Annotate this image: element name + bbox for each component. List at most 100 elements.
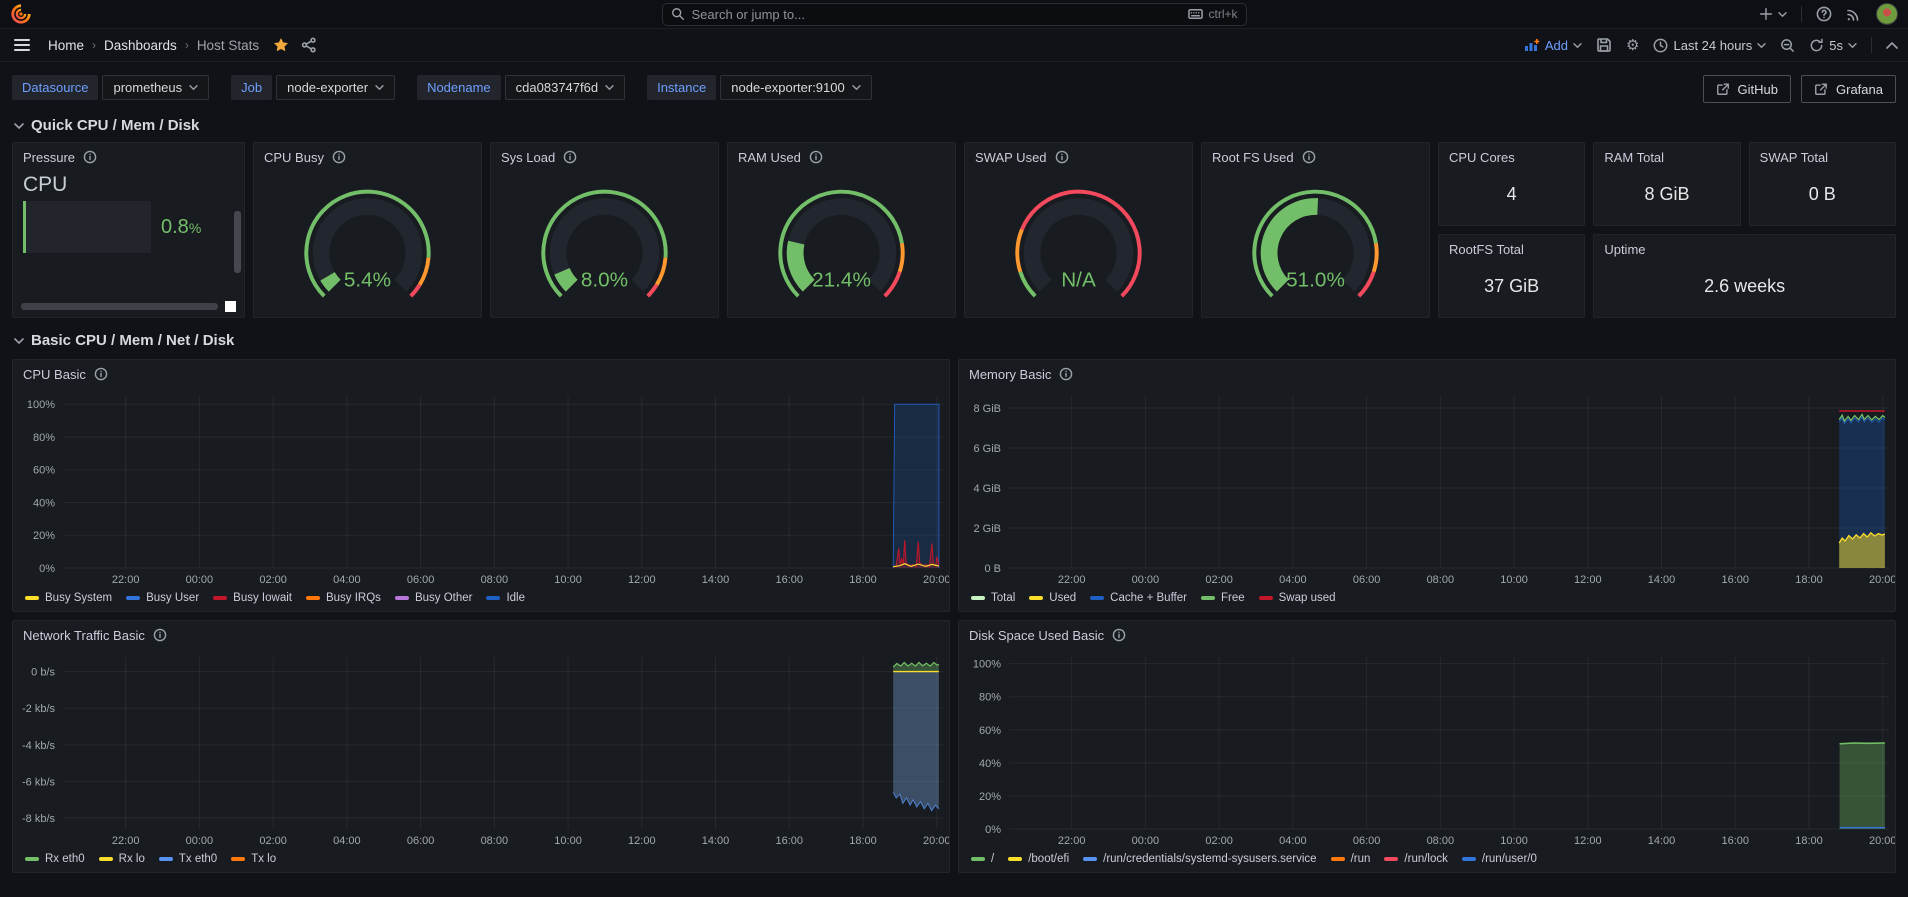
panel-title[interactable]: RootFS Total	[1449, 242, 1524, 257]
info-icon[interactable]	[83, 150, 97, 164]
legend-swatch	[158, 857, 173, 861]
y-axis-label: 80%	[33, 432, 55, 444]
panel-title[interactable]: CPU Busy	[264, 150, 324, 165]
legend-label[interactable]: Busy System	[45, 592, 112, 604]
panel-title[interactable]: Uptime	[1604, 242, 1645, 257]
legend-label[interactable]: /run	[1351, 853, 1371, 865]
legend-label[interactable]: /run/lock	[1404, 853, 1447, 865]
search-box[interactable]: ctrl+k	[661, 2, 1247, 26]
gauge-panel-root-fs-used: Root FS Used 51.0%	[1201, 142, 1430, 318]
time-series-plot[interactable]: 22:00 00:00 02:00 04:00 06:00 08:00 10:00 12:00…	[959, 388, 1895, 590]
info-icon[interactable]	[1302, 150, 1316, 164]
panel-title[interactable]: Disk Space Used Basic	[969, 628, 1104, 643]
legend-label[interactable]: Tx eth0	[179, 853, 217, 865]
x-axis-label: 16:00	[1722, 835, 1750, 847]
legend-label[interactable]: Free	[1221, 592, 1245, 604]
panel-title[interactable]: RAM Total	[1604, 150, 1664, 165]
save-dashboard-icon[interactable]	[1596, 37, 1612, 53]
search-input[interactable]	[691, 6, 1182, 22]
info-icon[interactable]	[563, 150, 577, 164]
panel-title[interactable]: SWAP Used	[975, 150, 1047, 165]
legend-label[interactable]: /run/credentials/systemd-sysusers.servic…	[1103, 853, 1316, 865]
legend-label[interactable]: /run/user/0	[1482, 853, 1537, 865]
collapse-up-icon[interactable]	[1886, 41, 1898, 50]
zoom-out-time-icon[interactable]	[1780, 38, 1795, 53]
x-axis-label: 06:00	[407, 835, 435, 847]
filter-value-dropdown[interactable]: cda083747f6d	[504, 75, 626, 100]
legend-item: /boot/efi	[1008, 853, 1069, 865]
panel-title[interactable]: CPU Basic	[23, 367, 86, 382]
legend-swatch	[98, 857, 113, 861]
x-axis-label: 12:00	[1574, 835, 1602, 847]
x-axis-label: 08:00	[481, 835, 509, 847]
user-avatar[interactable]	[1876, 3, 1898, 25]
time-series-plot[interactable]: 22:00 00:00 02:00 04:00 06:00 08:00 10:00 12:00…	[13, 388, 949, 590]
gauge-visualization: 8.0%	[541, 189, 668, 298]
x-axis-label: 12:00	[628, 835, 656, 847]
legend-label[interactable]: Busy Other	[415, 592, 473, 604]
favorite-star-icon[interactable]	[273, 37, 289, 53]
new-button[interactable]	[1759, 7, 1787, 21]
breadcrumb-dashboards[interactable]: Dashboards	[104, 38, 177, 53]
legend-label[interactable]: Rx eth0	[45, 853, 85, 865]
info-icon[interactable]	[1112, 628, 1126, 642]
legend-label[interactable]: Cache + Buffer	[1110, 592, 1187, 604]
panel-title[interactable]: Memory Basic	[969, 367, 1051, 382]
time-series-plot[interactable]: 22:00 00:00 02:00 04:00 06:00 08:00 10:00 12:00…	[13, 649, 949, 851]
scrollbar-thumb[interactable]	[225, 301, 236, 312]
filter-job: Job node-exporter	[231, 75, 396, 100]
news-icon[interactable]	[1846, 6, 1862, 22]
legend-label[interactable]: Tx lo	[251, 853, 276, 865]
chart-panel-memory-basic: Memory Basic 22:00 00:00 02:00 04:00 06:00 08:…	[958, 359, 1896, 612]
info-icon[interactable]	[332, 150, 346, 164]
legend-item: Rx eth0	[25, 853, 85, 865]
info-icon[interactable]	[153, 628, 167, 642]
legend: / /boot/efi/run/credentials/systemd-sysus…	[959, 851, 1895, 872]
legend-label[interactable]: Total	[991, 592, 1015, 604]
info-icon[interactable]	[1055, 150, 1069, 164]
legend-label[interactable]: /	[991, 853, 994, 865]
filter-value-dropdown[interactable]: node-exporter	[276, 75, 396, 100]
menu-toggle-icon[interactable]	[10, 35, 34, 55]
time-series-plot[interactable]: 22:00 00:00 02:00 04:00 06:00 08:00 10:00 12:00…	[959, 649, 1895, 851]
share-icon[interactable]	[301, 37, 317, 53]
panel-title[interactable]: Root FS Used	[1212, 150, 1294, 165]
legend-label[interactable]: Rx lo	[119, 853, 145, 865]
filter-value-dropdown[interactable]: node-exporter:9100	[720, 75, 872, 100]
legend-label[interactable]: Busy User	[146, 592, 199, 604]
dashboard-link-grafana[interactable]: Grafana	[1801, 75, 1896, 103]
time-range-picker[interactable]: Last 24 hours	[1653, 38, 1766, 53]
legend-label[interactable]: Idle	[506, 592, 525, 604]
vertical-scrollbar[interactable]	[234, 211, 241, 273]
x-axis-label: 18:00	[1795, 574, 1823, 586]
help-icon[interactable]	[1816, 6, 1832, 22]
legend-label[interactable]: Busy Iowait	[233, 592, 292, 604]
dashboard-link-github[interactable]: GitHub	[1702, 75, 1792, 103]
panel-title[interactable]: RAM Used	[738, 150, 801, 165]
row-basic-cpu-mem-net-disk[interactable]: Basic CPU / Mem / Net / Disk	[14, 332, 1908, 349]
panel-title[interactable]: Network Traffic Basic	[23, 628, 145, 643]
info-icon[interactable]	[1059, 367, 1073, 381]
add-panel-button[interactable]: Add	[1524, 38, 1582, 53]
legend-label[interactable]: Busy IRQs	[326, 592, 381, 604]
x-axis-label: 16:00	[776, 574, 804, 586]
filter-value-dropdown[interactable]: prometheus	[102, 75, 210, 100]
refresh-picker[interactable]: 5s	[1809, 38, 1857, 53]
x-axis-label: 00:00	[1132, 574, 1160, 586]
pressure-value: 0.8%	[161, 215, 202, 238]
grafana-logo-icon[interactable]	[10, 3, 32, 25]
legend-label[interactable]: Used	[1049, 592, 1076, 604]
legend-label[interactable]: Swap used	[1279, 592, 1336, 604]
panel-title[interactable]: Sys Load	[501, 150, 555, 165]
legend-swatch	[1008, 857, 1023, 861]
panel-title[interactable]: Pressure	[23, 150, 75, 165]
panel-title[interactable]: CPU Cores	[1449, 150, 1515, 165]
info-icon[interactable]	[809, 150, 823, 164]
info-icon[interactable]	[94, 367, 108, 381]
breadcrumb-home[interactable]: Home	[48, 38, 84, 53]
legend-label[interactable]: /boot/efi	[1028, 853, 1069, 865]
panel-title[interactable]: SWAP Total	[1760, 150, 1828, 165]
dashboard-settings-icon[interactable]: ⚙	[1626, 38, 1639, 53]
row-quick-cpu-mem-disk[interactable]: Quick CPU / Mem / Disk	[14, 117, 1908, 134]
horizontal-scrollbar[interactable]	[21, 303, 218, 310]
